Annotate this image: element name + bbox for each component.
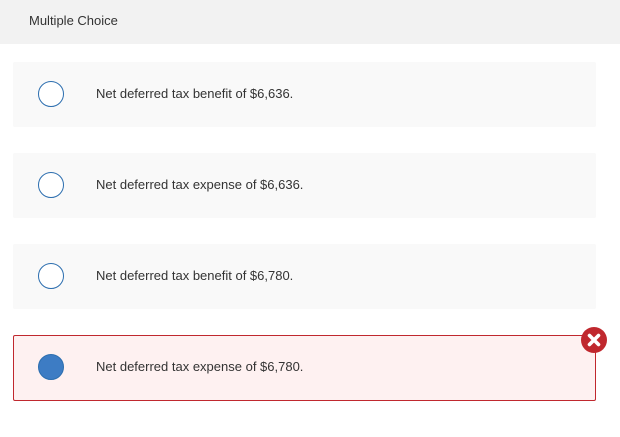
radio-button-selected[interactable] xyxy=(38,354,64,380)
answer-option-label: Net deferred tax benefit of $6,636. xyxy=(96,86,294,101)
radio-button[interactable] xyxy=(38,172,64,198)
answer-option-2[interactable]: Net deferred tax expense of $6,636. xyxy=(13,153,596,218)
close-circle-icon xyxy=(581,327,607,353)
answer-option-1[interactable]: Net deferred tax benefit of $6,636. xyxy=(13,62,596,127)
answer-option-label: Net deferred tax expense of $6,636. xyxy=(96,177,304,192)
question-type-label: Multiple Choice xyxy=(29,13,118,28)
answer-option-label: Net deferred tax benefit of $6,780. xyxy=(96,268,294,283)
answer-option-4-incorrect[interactable]: Net deferred tax expense of $6,780. xyxy=(13,335,596,401)
radio-button[interactable] xyxy=(38,263,64,289)
answer-option-3[interactable]: Net deferred tax benefit of $6,780. xyxy=(13,244,596,309)
question-header: Multiple Choice xyxy=(0,0,620,44)
radio-button[interactable] xyxy=(38,81,64,107)
answer-option-label: Net deferred tax expense of $6,780. xyxy=(96,359,304,374)
